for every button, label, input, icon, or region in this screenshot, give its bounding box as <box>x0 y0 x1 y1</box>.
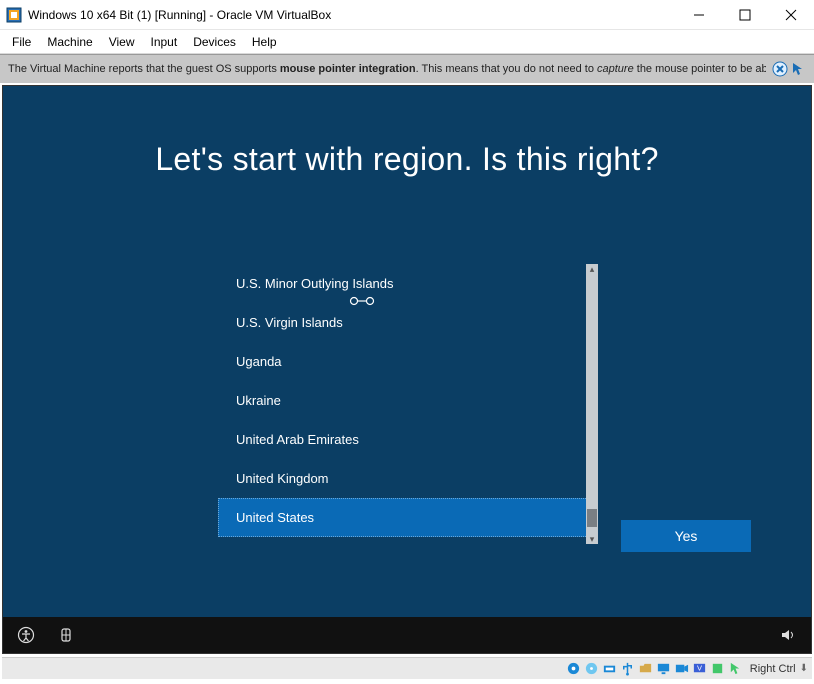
region-item[interactable]: United Arab Emirates <box>218 420 598 459</box>
window-title: Windows 10 x64 Bit (1) [Running] - Oracl… <box>28 8 676 22</box>
status-display-icon <box>656 661 672 677</box>
region-scrollbar[interactable]: ▴ ▾ <box>586 264 598 544</box>
guest-viewport: Let's start with region. Is this right? … <box>2 85 812 654</box>
host-key-label: Right Ctrl <box>748 663 798 675</box>
region-item[interactable]: United States <box>218 498 598 537</box>
window-close-button[interactable] <box>768 0 814 29</box>
status-shared-folder-icon <box>638 661 654 677</box>
window-maximize-button[interactable] <box>722 0 768 29</box>
scrollbar-down-arrow[interactable]: ▾ <box>586 534 598 544</box>
status-recording-icon <box>674 661 690 677</box>
window-titlebar: Windows 10 x64 Bit (1) [Running] - Oracl… <box>0 0 814 30</box>
status-mouse-icon <box>728 661 744 677</box>
region-item[interactable]: United Kingdom <box>218 459 598 498</box>
menu-view[interactable]: View <box>101 33 143 51</box>
status-disk-icon <box>566 661 582 677</box>
yes-button[interactable]: Yes <box>621 520 751 552</box>
status-cpu-icon <box>710 661 726 677</box>
host-key-arrow-icon: ⬇ <box>800 663 808 674</box>
region-item[interactable]: Uganda <box>218 342 598 381</box>
ime-icon[interactable] <box>57 626 75 644</box>
scrollbar-thumb[interactable] <box>587 509 597 527</box>
status-usb-icon <box>620 661 636 677</box>
menubar: File Machine View Input Devices Help <box>0 30 814 54</box>
vbox-statusbar: V Right Ctrl ⬇ <box>2 657 812 679</box>
menu-help[interactable]: Help <box>244 33 285 51</box>
oobe-bottombar <box>3 617 811 653</box>
status-optical-icon <box>584 661 600 677</box>
oobe-screen: Let's start with region. Is this right? … <box>3 86 811 617</box>
accessibility-icon[interactable] <box>17 626 35 644</box>
menu-file[interactable]: File <box>4 33 39 51</box>
status-network-icon <box>602 661 618 677</box>
menu-input[interactable]: Input <box>143 33 186 51</box>
menu-devices[interactable]: Devices <box>185 33 244 51</box>
loading-spinner-icon <box>347 293 377 303</box>
region-item[interactable]: Ukraine <box>218 381 598 420</box>
region-listbox[interactable]: U.S. Minor Outlying IslandsU.S. Virgin I… <box>218 264 598 544</box>
infobar-dismiss-button[interactable] <box>772 61 788 77</box>
oobe-heading: Let's start with region. Is this right? <box>3 141 811 178</box>
window-minimize-button[interactable] <box>676 0 722 29</box>
volume-icon[interactable] <box>779 626 797 644</box>
region-item[interactable]: U.S. Minor Outlying Islands <box>218 264 598 303</box>
svg-text:V: V <box>697 663 702 672</box>
status-audio-icon: V <box>692 661 708 677</box>
integration-infobar: The Virtual Machine reports that the gue… <box>0 54 814 84</box>
scrollbar-up-arrow[interactable]: ▴ <box>586 264 598 274</box>
menu-machine[interactable]: Machine <box>39 33 100 51</box>
region-item[interactable]: U.S. Virgin Islands <box>218 303 598 342</box>
integration-infobar-text: The Virtual Machine reports that the gue… <box>8 63 766 75</box>
infobar-mouse-icon <box>790 61 806 77</box>
virtualbox-icon <box>6 7 22 23</box>
